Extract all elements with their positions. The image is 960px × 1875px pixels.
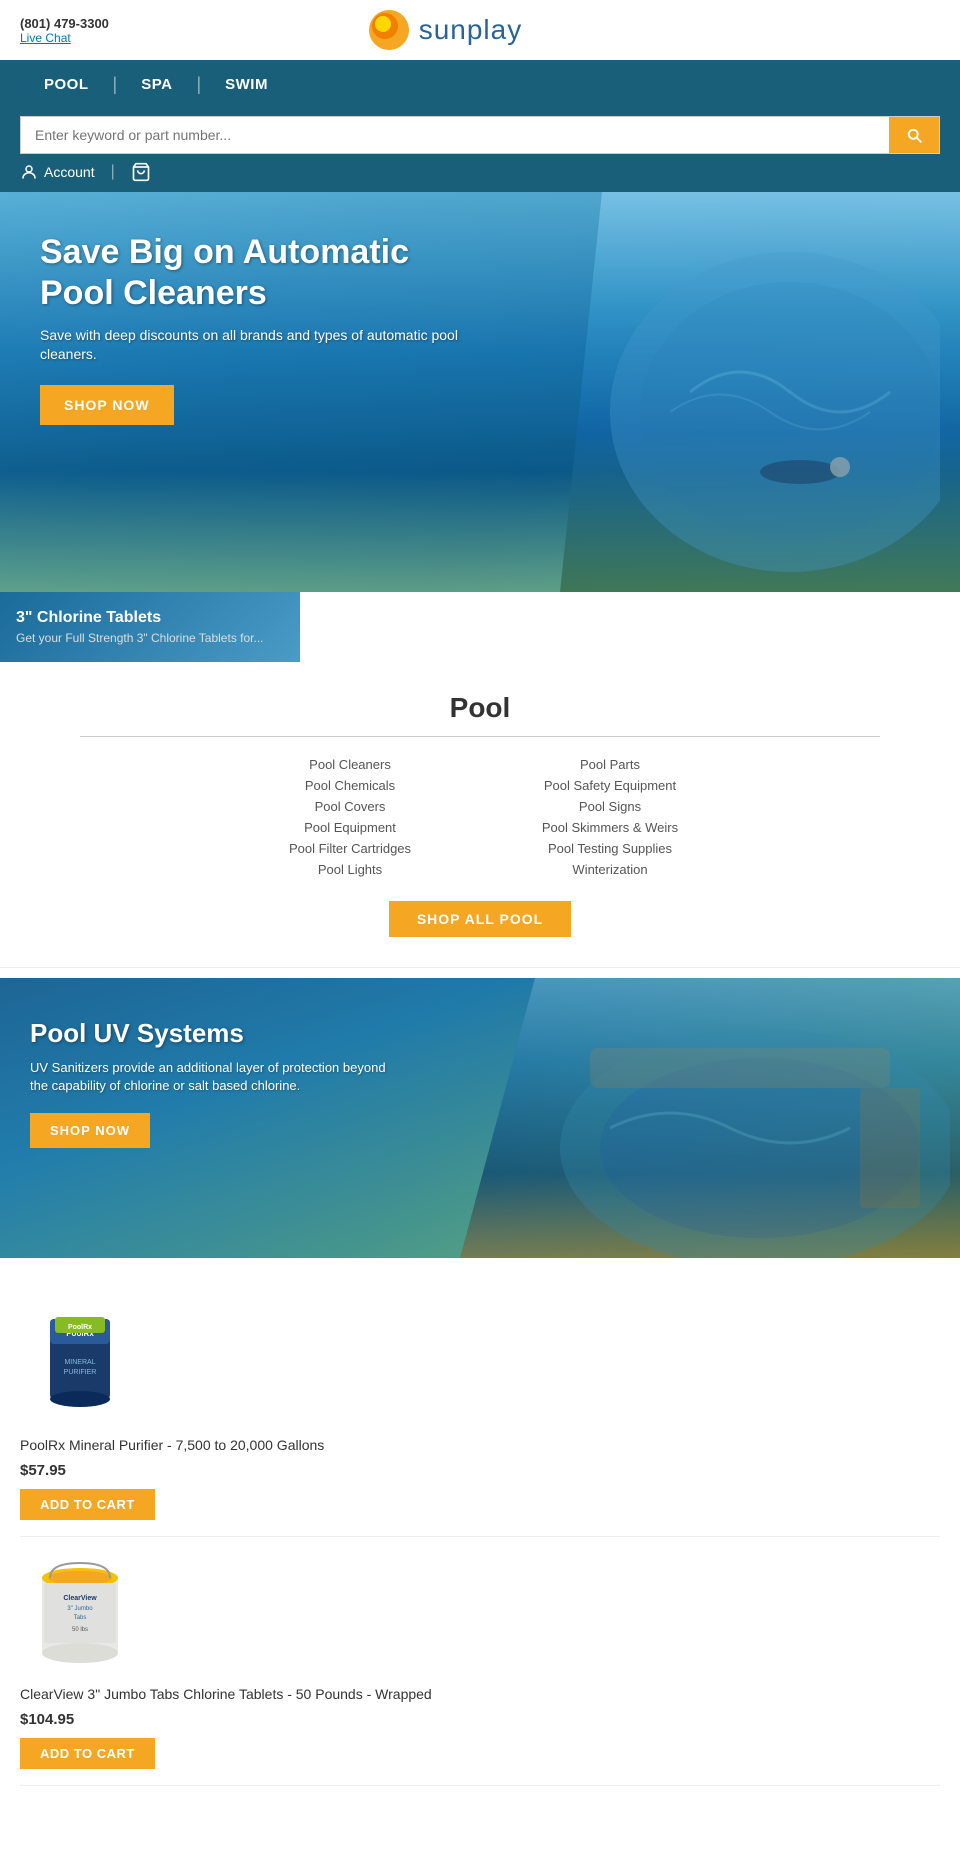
clearview-add-to-cart[interactable]: ADD TO CART — [20, 1738, 155, 1769]
hero-banner: Save Big on Automatic Pool Cleaners Save… — [0, 192, 960, 592]
uv-subtitle: UV Sanitizers provide an additional laye… — [30, 1059, 390, 1095]
pool-link-parts[interactable]: Pool Parts — [490, 757, 730, 772]
uv-title: Pool UV Systems — [30, 1018, 390, 1049]
search-input[interactable] — [21, 117, 889, 153]
account-link[interactable]: Account — [20, 163, 95, 181]
svg-text:PURIFIER: PURIFIER — [64, 1369, 97, 1376]
poolrx-image-container: PoolRx MINERAL PURIFIER PoolRx — [20, 1304, 140, 1424]
main-nav: POOL | SPA | SWIM — [0, 60, 960, 108]
chlorine-strip[interactable]: 3" Chlorine Tablets Get your Full Streng… — [0, 592, 300, 662]
product-card-poolrx: PoolRx MINERAL PURIFIER PoolRx PoolRx Mi… — [20, 1288, 940, 1537]
logo[interactable]: sunplay — [367, 8, 523, 52]
clearview-product-image: ClearView 3" Jumbo Tabs 50 lbs — [30, 1558, 130, 1668]
account-cart-divider: | — [111, 163, 115, 181]
pool-section-divider — [80, 736, 880, 737]
shop-all-pool-button[interactable]: SHOP ALL POOL — [389, 901, 571, 937]
chlorine-strip-title: 3" Chlorine Tablets — [16, 609, 264, 627]
poolrx-add-to-cart[interactable]: ADD TO CART — [20, 1489, 155, 1520]
uv-banner: Pool UV Systems UV Sanitizers provide an… — [0, 978, 960, 1258]
pool-section: Pool Pool Cleaners Pool Parts Pool Chemi… — [0, 662, 960, 968]
search-container — [20, 116, 940, 154]
logo-icon — [367, 8, 411, 52]
hero-cta-button[interactable]: SHOP NOW — [40, 385, 174, 425]
clearview-price: $104.95 — [20, 1711, 74, 1728]
cart-link[interactable] — [131, 162, 151, 182]
uv-cta-button[interactable]: SHOP NOW — [30, 1113, 150, 1148]
pool-links-grid: Pool Cleaners Pool Parts Pool Chemicals … — [230, 757, 730, 877]
pool-link-lights[interactable]: Pool Lights — [230, 862, 470, 877]
live-chat-link[interactable]: Live Chat — [20, 31, 109, 45]
account-icon — [20, 163, 38, 181]
hero-pool-decoration — [590, 212, 940, 592]
pool-link-winterization[interactable]: Winterization — [490, 862, 730, 877]
poolrx-product-image: PoolRx MINERAL PURIFIER PoolRx — [30, 1309, 130, 1419]
pool-section-title: Pool — [20, 692, 940, 724]
nav-swim[interactable]: SWIM — [201, 76, 292, 93]
hero-subtitle: Save with deep discounts on all brands a… — [40, 326, 460, 365]
pool-link-cleaners[interactable]: Pool Cleaners — [230, 757, 470, 772]
svg-text:3" Jumbo: 3" Jumbo — [67, 1606, 93, 1612]
nav-spa[interactable]: SPA — [117, 76, 196, 93]
logo-text: sunplay — [419, 14, 523, 46]
pool-link-testing[interactable]: Pool Testing Supplies — [490, 841, 730, 856]
pool-link-signs[interactable]: Pool Signs — [490, 799, 730, 814]
svg-text:PoolRx: PoolRx — [68, 1324, 92, 1331]
svg-text:Tabs: Tabs — [74, 1615, 87, 1621]
svg-text:MINERAL: MINERAL — [64, 1359, 95, 1366]
svg-text:ClearView: ClearView — [63, 1595, 97, 1602]
chlorine-strip-subtitle: Get your Full Strength 3" Chlorine Table… — [16, 631, 264, 645]
product-card-clearview: ClearView 3" Jumbo Tabs 50 lbs ClearView… — [20, 1537, 940, 1786]
svg-text:50 lbs: 50 lbs — [72, 1627, 88, 1633]
chlorine-strip-content: 3" Chlorine Tablets Get your Full Streng… — [16, 609, 264, 645]
phone-number[interactable]: (801) 479-3300 — [20, 16, 109, 31]
pool-link-skimmers[interactable]: Pool Skimmers & Weirs — [490, 820, 730, 835]
uv-content: Pool UV Systems UV Sanitizers provide an… — [30, 1018, 390, 1148]
cart-icon — [131, 162, 151, 182]
nav-pool[interactable]: POOL — [20, 76, 113, 93]
hero-title: Save Big on Automatic Pool Cleaners — [40, 232, 460, 314]
products-section: PoolRx MINERAL PURIFIER PoolRx PoolRx Mi… — [0, 1258, 960, 1816]
contact-info: (801) 479-3300 Live Chat — [20, 16, 109, 45]
uv-pool-decoration — [530, 988, 950, 1258]
search-button[interactable] — [889, 117, 939, 153]
poolrx-name: PoolRx Mineral Purifier - 7,500 to 20,00… — [20, 1436, 324, 1454]
pool-link-chemicals[interactable]: Pool Chemicals — [230, 778, 470, 793]
account-bar: Account | — [0, 154, 960, 192]
pool-link-filter[interactable]: Pool Filter Cartridges — [230, 841, 470, 856]
hero-content: Save Big on Automatic Pool Cleaners Save… — [40, 232, 460, 425]
pool-link-safety[interactable]: Pool Safety Equipment — [490, 778, 730, 793]
search-icon — [905, 126, 923, 144]
top-bar: (801) 479-3300 Live Chat sunplay — [0, 0, 960, 60]
clearview-name: ClearView 3" Jumbo Tabs Chlorine Tablets… — [20, 1685, 432, 1703]
pool-link-equipment[interactable]: Pool Equipment — [230, 820, 470, 835]
search-section — [0, 108, 960, 154]
account-label: Account — [44, 164, 95, 180]
poolrx-price: $57.95 — [20, 1462, 66, 1479]
pool-link-covers[interactable]: Pool Covers — [230, 799, 470, 814]
clearview-image-container: ClearView 3" Jumbo Tabs 50 lbs — [20, 1553, 140, 1673]
